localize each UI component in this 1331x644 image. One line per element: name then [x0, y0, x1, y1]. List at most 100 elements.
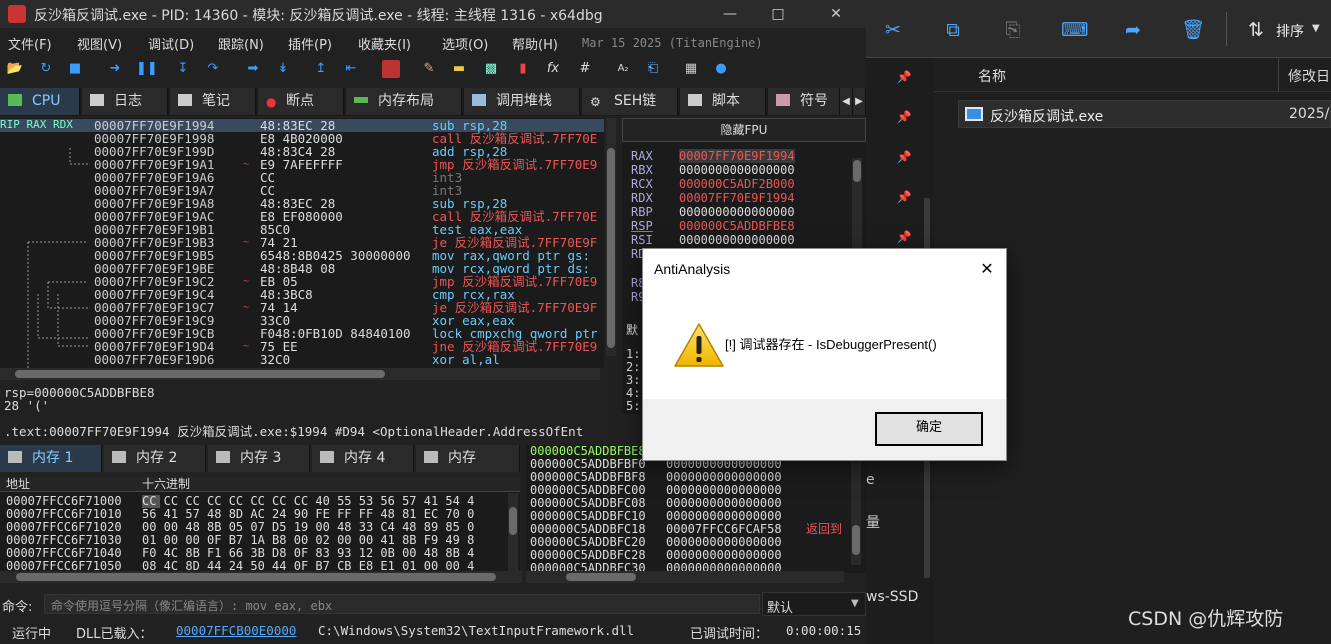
hex-dump[interactable]: 地址 十六进制 00007FFCC6F71000 CC CC CC CC CC C…: [0, 477, 520, 573]
tab-memory-map[interactable]: 内存布局: [346, 88, 462, 115]
hide-fpu-toggle[interactable]: 隐藏FPU: [622, 118, 866, 142]
function-icon[interactable]: ▮: [514, 60, 532, 78]
register-rsi[interactable]: RSI 0000000000000000: [631, 233, 795, 247]
pin-icon[interactable]: 📌: [896, 190, 912, 206]
register-rbx[interactable]: RBX 0000000000000000: [631, 163, 795, 177]
ok-button[interactable]: 确定: [875, 412, 983, 446]
register-rcx[interactable]: RCX 000000C5ADF2B000: [631, 177, 795, 191]
bookmark-icon[interactable]: ▩: [482, 60, 500, 78]
register-name: RBX: [631, 163, 653, 177]
globe-icon[interactable]: ●: [712, 60, 730, 78]
disassembly-view[interactable]: 00007FF70E9F1994 48:83EC 28 sub rsp,28 0000…: [0, 118, 616, 368]
tab-scroll-right[interactable]: ▶: [853, 88, 866, 115]
register-rdx[interactable]: RDX 00007FF70E9F1994: [631, 191, 795, 205]
hash-icon[interactable]: #: [576, 60, 594, 78]
disasm-dis: xor al,al: [432, 352, 500, 367]
tab-symbols[interactable]: 符号: [768, 88, 840, 115]
step-into-icon[interactable]: ↧: [174, 60, 192, 78]
tab-script[interactable]: 脚本: [680, 88, 766, 115]
pin-icon[interactable]: 📌: [896, 230, 912, 246]
calculator-icon[interactable]: ▦: [682, 60, 700, 78]
tab-dump-2[interactable]: 内存 2: [104, 445, 206, 472]
menu-trace[interactable]: 跟踪(N): [218, 34, 264, 53]
maximize-button[interactable]: □: [758, 2, 798, 26]
drive-label[interactable]: ws-SSD: [866, 589, 918, 605]
tab-breakpoints[interactable]: ● 断点: [258, 88, 344, 115]
column-date[interactable]: 修改日: [1288, 66, 1330, 86]
tab-dump-4[interactable]: 内存 4: [312, 445, 414, 472]
tab-dump-5[interactable]: 内存: [416, 445, 520, 472]
tab-notes[interactable]: 笔记: [170, 88, 256, 115]
paste-icon[interactable]: ⎘: [1001, 18, 1025, 42]
patch-icon[interactable]: [382, 60, 400, 78]
menu-bar: 文件(F) 视图(V) 调试(D) 跟踪(N) 插件(P) 收藏夹(I) 选项(…: [0, 30, 866, 54]
menu-file[interactable]: 文件(F): [8, 34, 52, 53]
dump-icon: [320, 451, 334, 463]
open-icon[interactable]: 📂: [6, 60, 24, 78]
tab-seh-chain[interactable]: ⚙ SEH链: [582, 88, 678, 115]
delete-icon[interactable]: 🗑: [1181, 18, 1205, 42]
tab-dump-1[interactable]: 内存 1: [0, 445, 102, 472]
breakpoint-icon: ●: [266, 95, 277, 109]
file-row[interactable]: 反沙箱反调试.exe 2025/: [958, 100, 1331, 128]
pin-icon[interactable]: 📌: [896, 110, 912, 126]
dialog-title: AntiAnalysis: [643, 249, 1006, 289]
register-value: 0000000000000000: [679, 205, 795, 219]
status-time-label: 已调试时间：: [690, 627, 769, 642]
menu-options[interactable]: 选项(O): [442, 34, 488, 53]
pin-icon[interactable]: 📌: [896, 150, 912, 166]
register-name: RCX: [631, 177, 653, 191]
pin-icon[interactable]: 📌: [896, 70, 912, 86]
stack-vscroll[interactable]: [851, 455, 861, 565]
tab-cpu[interactable]: CPU: [0, 88, 80, 115]
notes-icon: [178, 94, 192, 106]
share-icon[interactable]: ➦: [1121, 18, 1145, 42]
tab-scroll-left[interactable]: ◀: [840, 88, 853, 115]
label-icon[interactable]: ▬: [450, 60, 468, 78]
rename-icon[interactable]: ⌨: [1061, 18, 1088, 42]
tab-log[interactable]: 日志: [82, 88, 168, 115]
tab-dump-3[interactable]: 内存 3: [208, 445, 310, 472]
command-type-select[interactable]: 默认 ▼: [762, 592, 866, 616]
command-input[interactable]: 命令使用逗号分隔（像汇编语言）: mov eax, ebx: [44, 594, 760, 614]
stop-icon[interactable]: ■: [66, 60, 84, 78]
trace-into-icon[interactable]: ➡: [244, 60, 262, 78]
register-name: RDX: [631, 191, 653, 205]
cut-icon[interactable]: ✂: [881, 18, 905, 42]
sort-button[interactable]: 排序: [1276, 21, 1304, 41]
menu-favourites[interactable]: 收藏夹(I): [358, 34, 411, 53]
script-icon[interactable]: ⎗: [644, 60, 662, 78]
column-name[interactable]: 名称: [978, 66, 1006, 86]
stack-view[interactable]: 000000C5ADDBFBE8 000000C5ADDBFBF0 00000000…: [526, 445, 866, 575]
minimize-button[interactable]: —: [710, 2, 750, 26]
menu-debug[interactable]: 调试(D): [148, 34, 194, 53]
status-dll-address[interactable]: 00007FFCB00E0000: [176, 623, 296, 638]
register-rsp[interactable]: RSP 000000C5ADDBFBE8: [631, 219, 795, 233]
disassembly-vscroll[interactable]: [606, 118, 616, 356]
step-over-icon[interactable]: ↷: [204, 60, 222, 78]
menu-help[interactable]: 帮助(H): [512, 34, 558, 53]
comment-icon[interactable]: ✎: [420, 60, 438, 78]
run-to-user-code-icon[interactable]: ⇤: [342, 60, 360, 78]
menu-view[interactable]: 视图(V): [77, 34, 122, 53]
fx-icon[interactable]: fx: [544, 60, 562, 78]
tab-call-stack[interactable]: 调用堆栈: [464, 88, 580, 115]
restart-icon[interactable]: ↻: [37, 60, 55, 78]
dialog-close-icon[interactable]: ✕: [975, 257, 999, 281]
info-address-line: .text:00007FF70E9F1994 反沙箱反调试.exe:$1994 …: [4, 424, 584, 439]
register-rbp[interactable]: RBP 0000000000000000: [631, 205, 795, 219]
register-rax[interactable]: RAX 00007FF70E9F1994: [631, 149, 795, 163]
execute-till-return-icon[interactable]: ↥: [312, 60, 330, 78]
disassembly-hscroll[interactable]: [0, 368, 600, 380]
stack-hscroll[interactable]: [526, 571, 844, 583]
run-icon[interactable]: ➜: [106, 60, 124, 78]
copy-icon[interactable]: ⧉: [941, 18, 965, 42]
menu-plugins[interactable]: 插件(P): [288, 34, 332, 53]
dump-hscroll[interactable]: [0, 571, 522, 583]
font-icon[interactable]: A₂: [614, 60, 632, 78]
pause-icon[interactable]: ❚❚: [136, 60, 158, 78]
trace-over-icon[interactable]: ↡: [274, 60, 292, 78]
sort-icon[interactable]: ⇅: [1244, 18, 1268, 42]
close-button[interactable]: ✕: [816, 2, 856, 26]
dump-vscroll[interactable]: [508, 493, 518, 573]
